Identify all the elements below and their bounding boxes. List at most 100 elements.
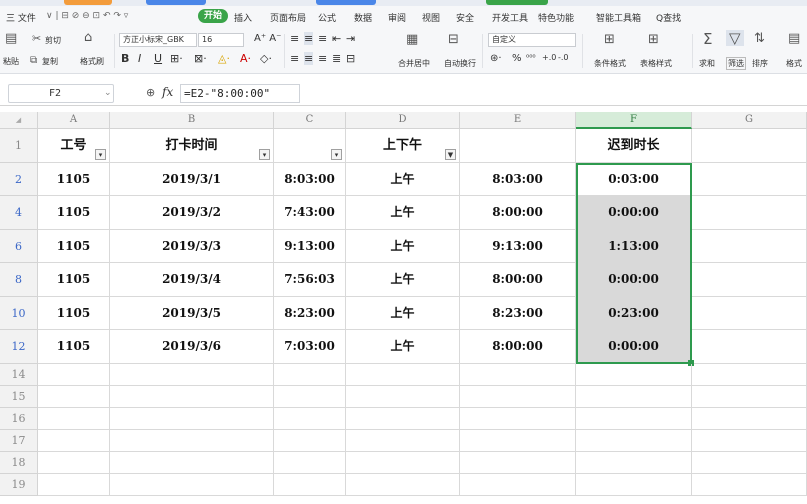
align-top-icon[interactable]: ≡: [290, 32, 299, 45]
copy-icon[interactable]: ⧉: [30, 54, 37, 68]
row-header[interactable]: 2: [0, 162, 38, 196]
table-cell[interactable]: 2019/3/6: [110, 330, 274, 364]
table-cell[interactable]: 7:56:03: [274, 263, 346, 297]
table-cell[interactable]: 8:00:00: [460, 263, 576, 297]
font-name-select[interactable]: 方正小标宋_GBK: [119, 33, 197, 47]
table-cell[interactable]: 2019/3/5: [110, 296, 274, 330]
empty-cell[interactable]: [346, 429, 460, 452]
empty-cell[interactable]: [346, 363, 460, 386]
fill-style-icon[interactable]: ⊠·: [194, 52, 207, 65]
table-cell[interactable]: 1105: [38, 196, 110, 230]
table-cell[interactable]: 8:03:00: [460, 162, 576, 196]
filter-dropdown-icon[interactable]: ▾: [259, 148, 270, 160]
indent-decrease-icon[interactable]: ⇤: [332, 32, 341, 45]
thousands-icon[interactable]: ⁰⁰⁰: [526, 53, 536, 62]
late-duration-cell[interactable]: 0:00:00: [576, 263, 692, 297]
empty-cell[interactable]: [460, 407, 576, 430]
filter-label[interactable]: 筛选: [726, 57, 746, 70]
table-cell[interactable]: 2019/3/2: [110, 196, 274, 230]
table-cell[interactable]: 8:23:00: [274, 296, 346, 330]
fx-label[interactable]: fx: [162, 85, 173, 99]
table-cell[interactable]: 8:00:00: [460, 330, 576, 364]
empty-cell[interactable]: [460, 451, 576, 474]
empty-cell[interactable]: [38, 385, 110, 408]
zoom-icon[interactable]: ⊕: [146, 86, 155, 99]
empty-cell[interactable]: [576, 429, 692, 452]
wrap-text-label[interactable]: 自动换行: [444, 58, 476, 69]
empty-cell[interactable]: [692, 263, 807, 297]
row-header[interactable]: 8: [0, 263, 38, 297]
filter-dropdown-icon[interactable]: ▾: [95, 148, 106, 160]
table-cell[interactable]: 2019/3/4: [110, 263, 274, 297]
column-header-f[interactable]: F: [576, 112, 692, 129]
row-header[interactable]: 1: [0, 129, 38, 163]
table-cell[interactable]: 上午: [346, 229, 460, 263]
empty-cell[interactable]: [38, 473, 110, 496]
number-format-select[interactable]: 自定义: [488, 33, 576, 47]
select-all-corner[interactable]: ◢: [0, 112, 38, 129]
column-header-e[interactable]: E: [460, 112, 576, 129]
format-painter-label[interactable]: 格式刷: [80, 56, 104, 67]
menu-data[interactable]: 数据: [354, 11, 372, 24]
header-cell[interactable]: ▾: [274, 129, 346, 163]
empty-cell[interactable]: [460, 385, 576, 408]
decimal-decrease-icon[interactable]: -.0: [558, 53, 569, 62]
table-cell[interactable]: 1105: [38, 263, 110, 297]
name-box[interactable]: F2: [8, 84, 114, 103]
table-cell[interactable]: 上午: [346, 263, 460, 297]
menu-home[interactable]: 开始: [198, 9, 229, 23]
sort-label[interactable]: 排序: [752, 58, 768, 69]
sum-label[interactable]: 求和: [699, 58, 715, 69]
formula-input[interactable]: =E2-"8:00:00": [180, 84, 300, 103]
format-painter-icon[interactable]: ⌂: [84, 31, 92, 45]
empty-cell[interactable]: [346, 407, 460, 430]
scissors-icon[interactable]: ✂: [32, 32, 41, 46]
late-duration-cell[interactable]: 1:13:00: [576, 229, 692, 263]
column-header-b[interactable]: B: [110, 112, 274, 129]
header-cell[interactable]: [460, 129, 576, 163]
empty-cell[interactable]: [110, 407, 274, 430]
wrap-text-icon[interactable]: ⊟: [448, 33, 459, 47]
menu-formulas[interactable]: 公式: [318, 11, 336, 24]
menu-view[interactable]: 视图: [422, 11, 440, 24]
conditional-format-icon[interactable]: ⊞: [604, 33, 615, 47]
menu-developer[interactable]: 开发工具: [492, 11, 528, 24]
column-header-g[interactable]: G: [692, 112, 807, 129]
name-box-dropdown-icon[interactable]: ⌄: [104, 88, 112, 98]
empty-cell[interactable]: [346, 451, 460, 474]
empty-cell[interactable]: [460, 429, 576, 452]
late-duration-cell[interactable]: 0:03:00: [576, 162, 692, 196]
filter-icon[interactable]: ▽: [726, 30, 744, 46]
tab-chip[interactable]: [316, 0, 376, 5]
align-left-icon[interactable]: ≡: [290, 52, 299, 65]
empty-cell[interactable]: [110, 473, 274, 496]
format-icon[interactable]: ▤: [788, 32, 800, 46]
table-cell[interactable]: 8:00:00: [460, 196, 576, 230]
empty-cell[interactable]: [692, 162, 807, 196]
underline-icon[interactable]: U: [154, 52, 162, 65]
merge-center-icon[interactable]: ▦: [406, 33, 418, 47]
empty-cell[interactable]: [460, 363, 576, 386]
menu-insert[interactable]: 插入: [234, 11, 252, 24]
menu-features[interactable]: 特色功能: [538, 11, 574, 24]
menu-page-layout[interactable]: 页面布局: [270, 11, 306, 24]
merge-center-label[interactable]: 合并居中: [398, 58, 430, 69]
header-cell[interactable]: 上下午 ▼: [346, 129, 460, 163]
menu-review[interactable]: 审阅: [388, 11, 406, 24]
decimal-increase-icon[interactable]: +.0: [542, 53, 556, 62]
align-right-icon[interactable]: ≡: [318, 52, 327, 65]
empty-cell[interactable]: [692, 407, 807, 430]
table-cell[interactable]: 上午: [346, 196, 460, 230]
row-header[interactable]: 12: [0, 330, 38, 364]
empty-cell[interactable]: [576, 451, 692, 474]
justify-icon[interactable]: ≣: [332, 52, 341, 65]
table-cell[interactable]: 9:13:00: [274, 229, 346, 263]
tab-chip[interactable]: [64, 0, 112, 5]
menu-quick-icons[interactable]: ∨ | ⊟ ⊘ ⊖ ⊡ ↶ ↷ ▿: [46, 11, 128, 21]
empty-cell[interactable]: [110, 429, 274, 452]
row-header[interactable]: 16: [0, 407, 38, 430]
late-duration-cell[interactable]: 0:23:00: [576, 296, 692, 330]
column-header-d[interactable]: D: [346, 112, 460, 129]
header-cell[interactable]: 工号 ▾: [38, 129, 110, 163]
sort-icon[interactable]: ⇅: [754, 32, 765, 46]
